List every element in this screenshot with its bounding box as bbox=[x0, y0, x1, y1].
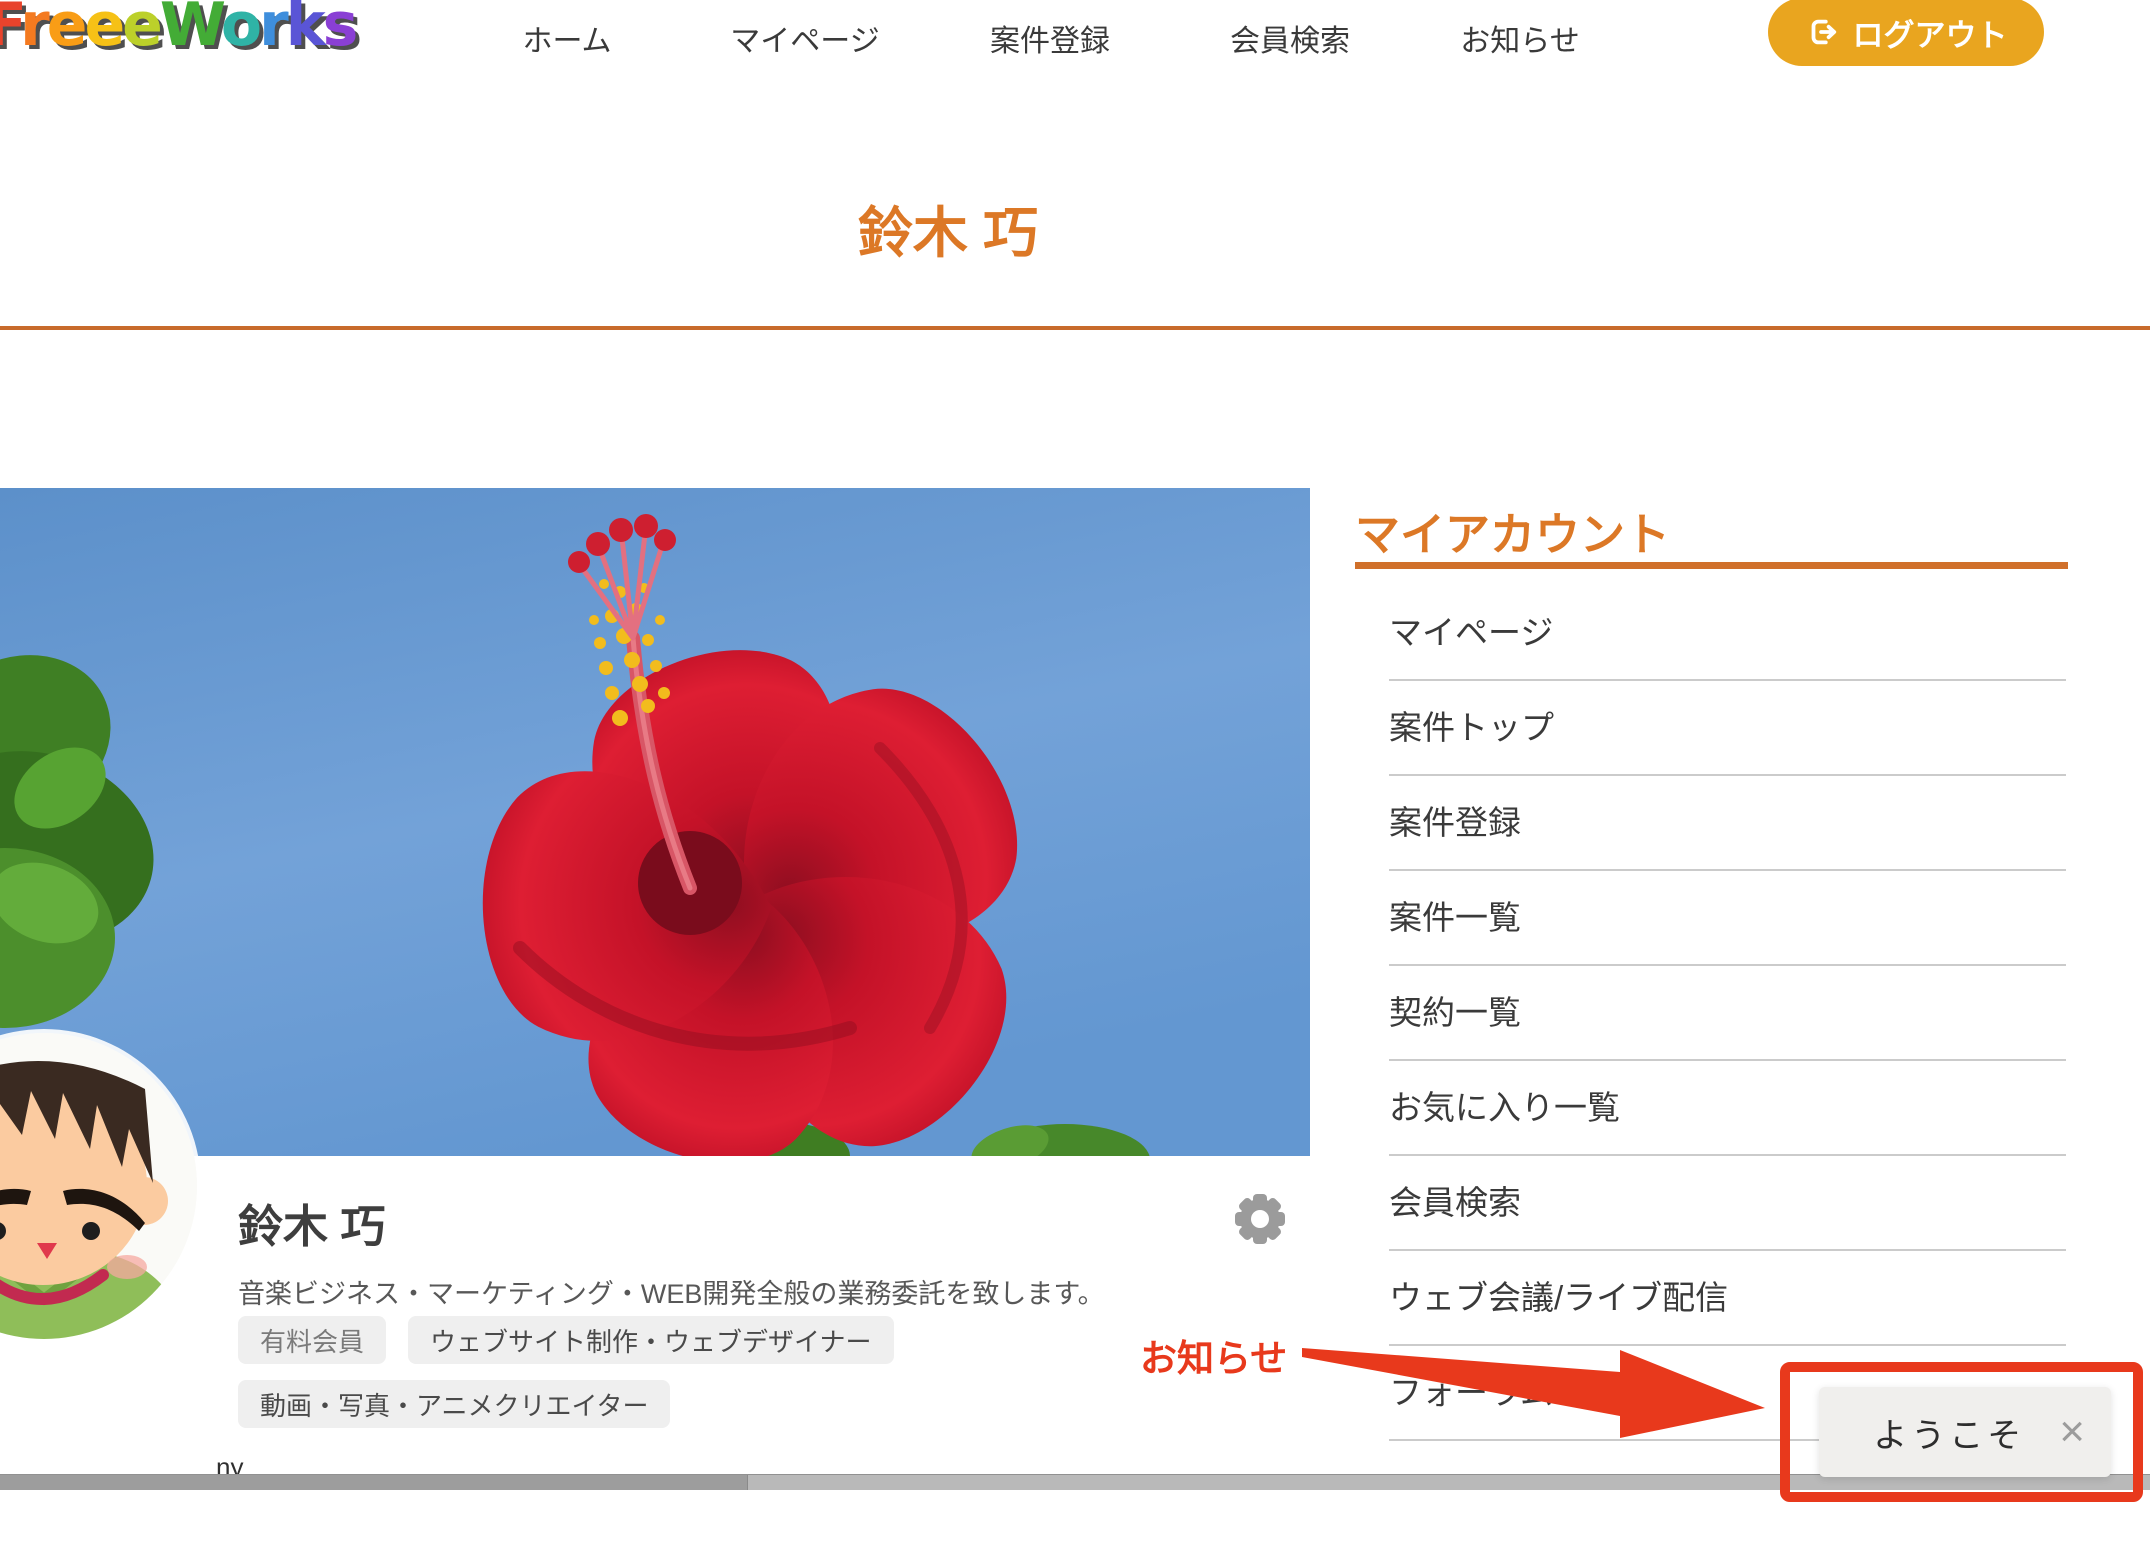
nav-item-news[interactable]: お知らせ bbox=[1460, 16, 1579, 60]
cover-photo-hibiscus bbox=[0, 488, 1310, 1156]
sidebar-item-favorites[interactable]: お気に入り一覧 bbox=[1389, 1061, 2066, 1156]
logo-letter: k bbox=[286, 0, 323, 60]
sidebar-heading: マイアカウント bbox=[1355, 498, 1670, 563]
logo-letter: r bbox=[20, 0, 47, 60]
logo-letter: e bbox=[122, 0, 160, 60]
top-navbar: FreeeWorks ホーム マイページ 案件登録 会員検索 お知らせ ログアウ… bbox=[0, 0, 2150, 80]
sidebar-item-member-search[interactable]: 会員検索 bbox=[1389, 1156, 2066, 1251]
tag-row: 有料会員 ウェブサイト制作・ウェブデザイナー bbox=[238, 1316, 894, 1364]
logo-letter: W bbox=[160, 0, 221, 60]
sidebar-underline bbox=[1355, 562, 2068, 569]
logo-letter: F bbox=[0, 0, 20, 60]
logo-letter: r bbox=[259, 0, 286, 60]
nav-item-member-search[interactable]: 会員検索 bbox=[1230, 16, 1350, 60]
brand-logo[interactable]: FreeeWorks bbox=[0, 0, 355, 60]
tag-web-designer: ウェブサイト制作・ウェブデザイナー bbox=[408, 1316, 893, 1364]
sign-out-icon bbox=[1805, 15, 1839, 49]
tag-row: 動画・写真・アニメクリエイター bbox=[238, 1380, 670, 1428]
page-title: 鈴木 巧 bbox=[858, 188, 1038, 268]
sidebar-item-mypage[interactable]: マイページ bbox=[1389, 586, 2066, 681]
nav-item-home[interactable]: ホーム bbox=[522, 16, 611, 60]
sidebar-item-contract-list[interactable]: 契約一覧 bbox=[1389, 966, 2066, 1061]
sidebar-item-job-register[interactable]: 案件登録 bbox=[1389, 776, 2066, 871]
profile-description: 音楽ビジネス・マーケティング・WEB開発全般の業務委託を致します。 bbox=[238, 1272, 1105, 1311]
title-divider bbox=[0, 326, 2150, 330]
sidebar-item-job-list[interactable]: 案件一覧 bbox=[1389, 871, 2066, 966]
annotation-arrow bbox=[1290, 1330, 1790, 1460]
profile-name: 鈴木 巧 bbox=[238, 1190, 386, 1255]
scrollbar-thumb[interactable] bbox=[0, 1475, 748, 1490]
sidebar-item-job-top[interactable]: 案件トップ bbox=[1389, 681, 2066, 776]
logout-button[interactable]: ログアウト bbox=[1768, 0, 2044, 66]
nav-item-mypage[interactable]: マイページ bbox=[730, 16, 879, 60]
logo-letter: s bbox=[323, 0, 356, 60]
annotation-rectangle bbox=[1780, 1362, 2143, 1502]
gear-icon[interactable] bbox=[1233, 1192, 1287, 1246]
nav-item-job-register[interactable]: 案件登録 bbox=[990, 16, 1110, 60]
logo-letter: o bbox=[221, 0, 259, 60]
annotation-news-label: お知らせ bbox=[1140, 1328, 1287, 1382]
tag-paid-member: 有料会員 bbox=[238, 1316, 386, 1364]
tag-video-creator: 動画・写真・アニメクリエイター bbox=[238, 1380, 670, 1428]
logo-letter: e bbox=[84, 0, 122, 60]
sidebar-menu: マイページ 案件トップ 案件登録 案件一覧 契約一覧 お気に入り一覧 会員検索 … bbox=[1389, 586, 2066, 1441]
logo-letter: e bbox=[47, 0, 85, 60]
logout-label: ログアウト bbox=[1853, 10, 2008, 55]
